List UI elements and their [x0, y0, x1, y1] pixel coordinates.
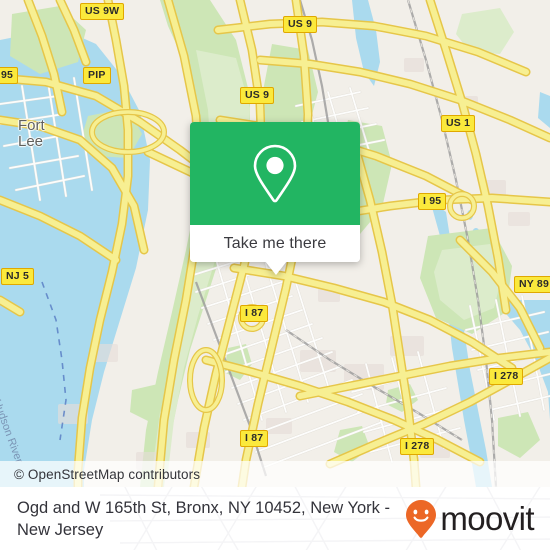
place-label-fort-lee: Fort Lee — [18, 117, 45, 150]
take-me-there-label: Take me there — [223, 234, 327, 252]
road-shield-i-278-south: I 278 — [400, 438, 435, 455]
callout-tail — [265, 261, 287, 275]
road-shield-i-87-south: I 87 — [240, 430, 269, 447]
moovit-brand[interactable]: moovit — [404, 499, 538, 539]
map-pin-icon — [253, 144, 297, 202]
road-shield-i-95-east: I 95 — [418, 193, 447, 210]
road-shield-pip: PIP — [83, 67, 111, 84]
moovit-smiley-pin-icon — [406, 499, 437, 538]
footer-content: Ogd and W 165th St, Bronx, NY 10452, New… — [0, 487, 550, 550]
footer-bar: Ogd and W 165th St, Bronx, NY 10452, New… — [0, 487, 550, 550]
road-shield-ny-89: NY 89 — [514, 276, 550, 293]
road-shield-us-1: US 1 — [441, 115, 476, 132]
moovit-location-card: .rd { stroke:#f7ef92; stroke-linecap:rou… — [0, 0, 550, 550]
road-shield-us-9-south: US 9 — [240, 87, 275, 104]
take-me-there-button[interactable]: Take me there — [190, 225, 360, 262]
openstreetmap-attribution[interactable]: © OpenStreetMap contributors — [14, 467, 200, 482]
road-shield-i-87-north: I 87 — [240, 305, 269, 322]
location-callout[interactable]: Take me there — [190, 122, 360, 275]
callout-body: Take me there — [190, 122, 360, 262]
road-shield-us-9-north: US 9 — [283, 16, 318, 33]
road-shield-i-278-east: I 278 — [489, 368, 524, 385]
road-shield-nj-5: NJ 5 — [1, 268, 34, 285]
callout-pin-panel — [190, 122, 360, 225]
road-shield-us-9w: US 9W — [80, 3, 125, 20]
moovit-wordmark: moovit — [440, 500, 534, 537]
road-shield-i-95-west: 95 — [0, 67, 19, 84]
map-viewport[interactable]: .rd { stroke:#f7ef92; stroke-linecap:rou… — [0, 0, 550, 487]
map-attribution-bar: © OpenStreetMap contributors — [0, 461, 550, 487]
location-title: Ogd and W 165th St, Bronx, NY 10452, New… — [17, 498, 390, 539]
